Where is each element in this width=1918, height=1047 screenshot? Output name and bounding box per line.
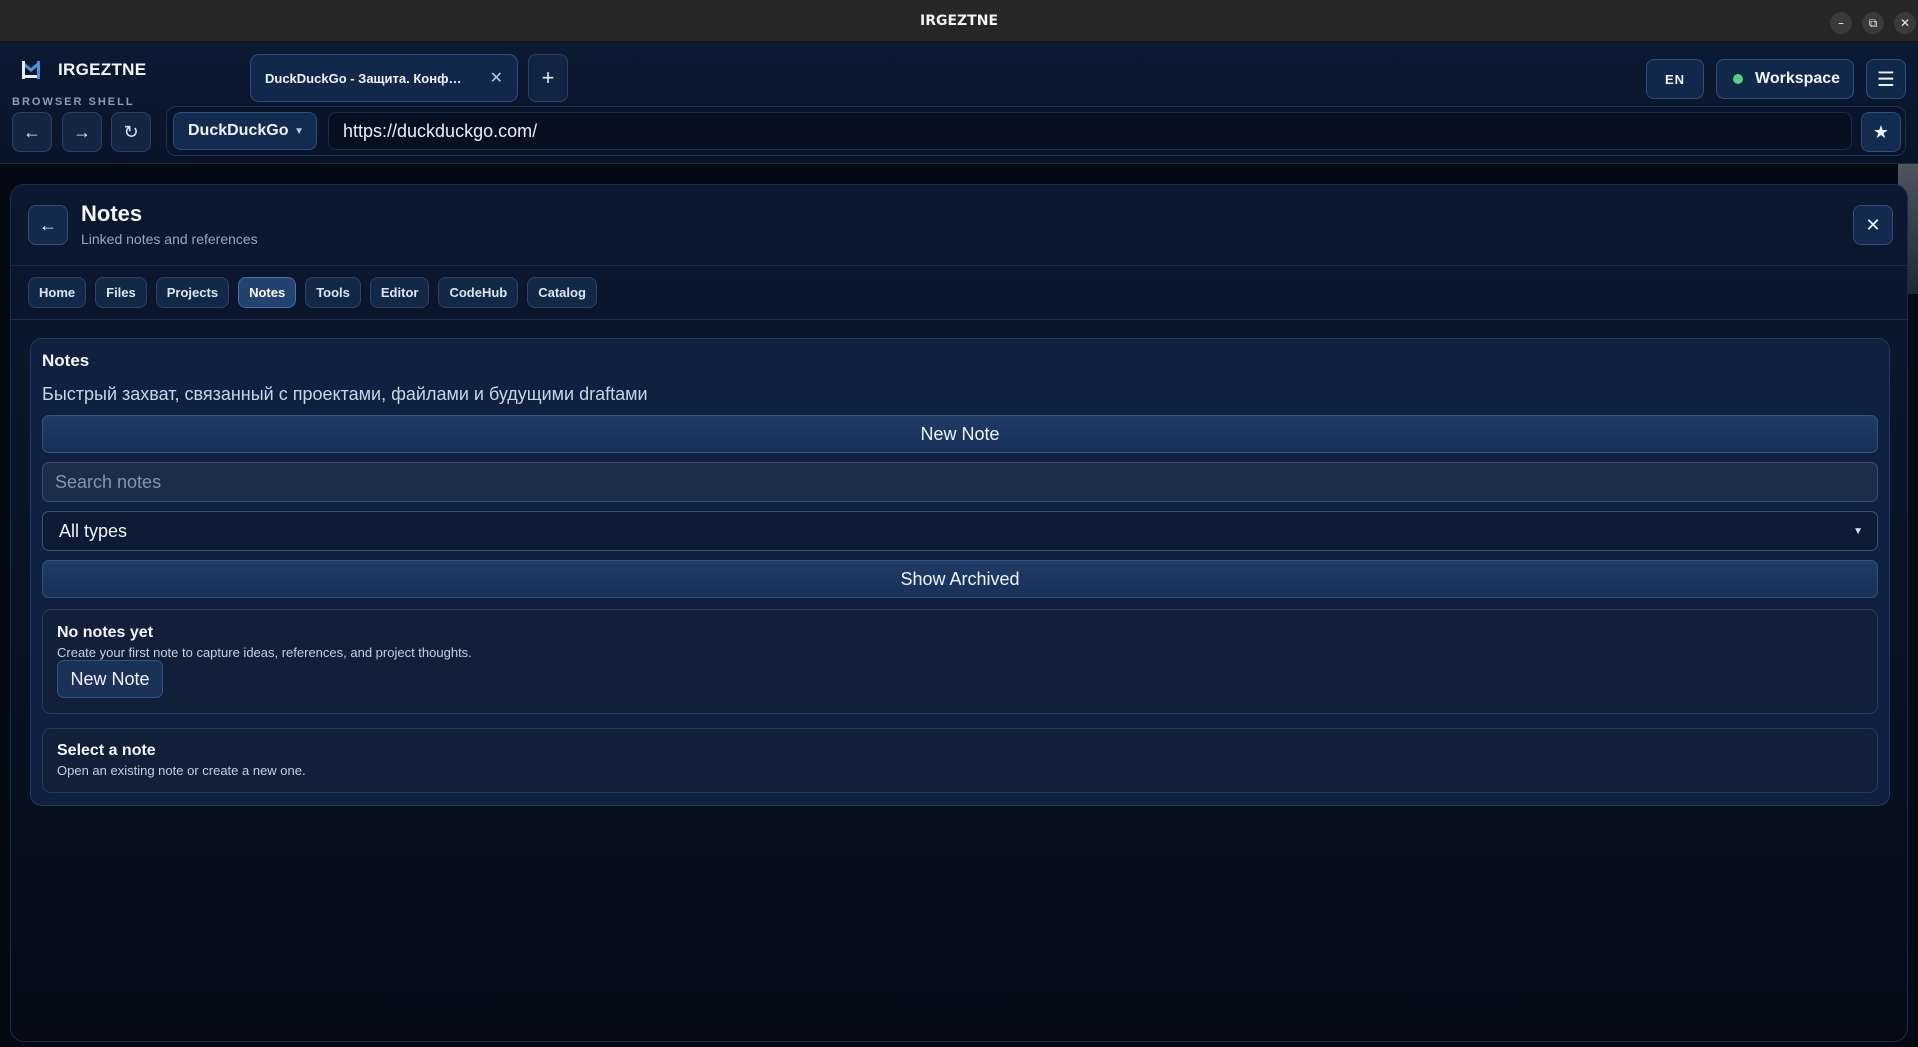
minimize-button[interactable]: – [1830,12,1852,34]
panel-subtitle: Linked notes and references [81,231,258,247]
tab-close-icon[interactable]: ✕ [490,68,503,88]
panel-back-button[interactable]: ← [28,205,68,245]
notes-heading: Notes [42,351,90,370]
tab-projects[interactable]: Projects [155,277,230,308]
brand-logo-icon [22,61,40,79]
notes-description: Быстрый захват, связанный с проектами, ф… [42,384,648,404]
reload-button[interactable]: ↻ [111,112,151,152]
panel-header: ← Notes Linked notes and references ✕ [11,185,1907,266]
tab-notes[interactable]: Notes [238,277,297,308]
panel-nav-tabs: Home Files Projects Notes Tools Editor C… [28,277,597,308]
chevron-down-icon: ▼ [294,125,304,137]
browser-chrome: IRGEZTNE BROWSER SHELL ← → ↻ DuckDuckGo … [0,42,1918,164]
notes-panel: ← Notes Linked notes and references ✕ Ho… [10,184,1908,1042]
empty-state-title: No notes yet [57,624,154,641]
window-titlebar: IRGEZTNE – ⧉ ✕ [0,0,1918,42]
workspace-button[interactable]: Workspace [1716,59,1854,99]
tab-title: DuckDuckGo - Защита. Конф… [265,70,462,86]
url-input[interactable]: https://duckduckgo.com/ [328,112,1852,150]
tab-editor[interactable]: Editor [369,277,430,308]
empty-new-note-button[interactable]: New Note [57,660,163,698]
search-engine-label: DuckDuckGo [188,122,289,139]
empty-state-text: Create your first note to capture ideas,… [57,645,472,660]
browser-tab[interactable]: DuckDuckGo - Защита. Конф… ✕ [250,54,518,102]
status-dot-icon [1733,74,1743,84]
select-note-text: Open an existing note or create a new on… [57,763,306,778]
tab-files[interactable]: Files [95,277,147,308]
language-button[interactable]: EN [1646,59,1704,99]
panel-close-button[interactable]: ✕ [1853,205,1893,245]
show-archived-button[interactable]: Show Archived [42,560,1878,598]
new-tab-button[interactable]: + [528,54,568,102]
brand-subtitle: BROWSER SHELL [12,96,135,108]
empty-state-card: No notes yet Create your first note to c… [42,609,1878,714]
menu-button[interactable]: ☰ [1866,59,1906,99]
window-controls: – ⧉ ✕ [1830,12,1916,34]
back-button[interactable]: ← [12,112,52,152]
notes-card: Notes Быстрый захват, связанный с проект… [30,338,1890,806]
select-note-card: Select a note Open an existing note or c… [42,728,1878,793]
tab-catalog[interactable]: Catalog [527,277,597,308]
window-title: IRGEZTNE [919,12,999,29]
restore-button[interactable]: ⧉ [1862,12,1884,34]
type-filter-select[interactable]: All types ▼ [42,511,1878,551]
workspace-label: Workspace [1755,70,1841,87]
panel-divider [11,319,1907,320]
tab-tools[interactable]: Tools [305,277,361,308]
window-close-button[interactable]: ✕ [1894,12,1916,34]
panel-title: Notes [81,201,143,226]
brand: IRGEZTNE [20,58,146,82]
address-bar: DuckDuckGo ▼ https://duckduckgo.com/ ★ [166,106,1906,156]
chevron-down-icon: ▼ [1853,525,1863,537]
brand-name: IRGEZTNE [58,60,147,79]
search-engine-select[interactable]: DuckDuckGo ▼ [173,112,317,150]
forward-button[interactable]: → [62,112,102,152]
tab-home[interactable]: Home [28,277,87,308]
tab-codehub[interactable]: CodeHub [438,277,519,308]
select-note-title: Select a note [57,742,156,759]
type-filter-value: All types [59,520,128,541]
bookmark-button[interactable]: ★ [1861,112,1901,152]
search-notes-input[interactable] [42,462,1878,502]
new-note-button[interactable]: New Note [42,415,1878,453]
